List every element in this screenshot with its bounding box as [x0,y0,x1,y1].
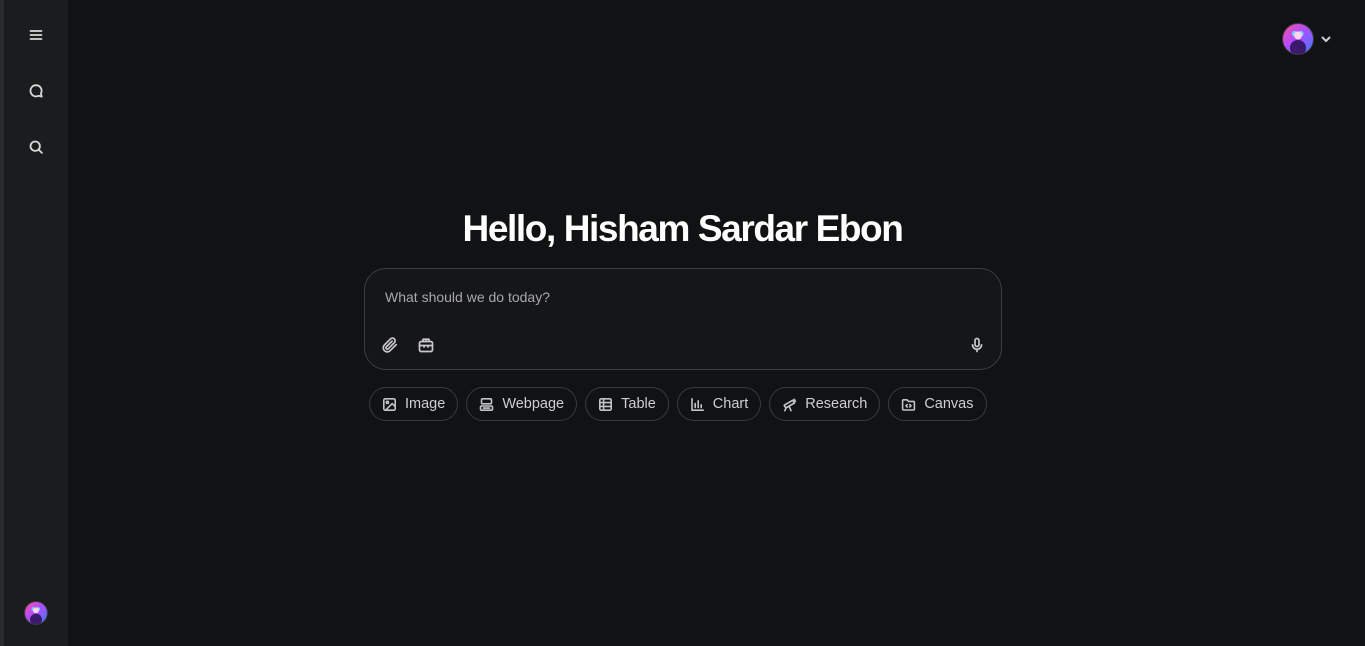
chip-label: Image [405,396,446,412]
greeting-heading: Hello, Hisham Sardar Ebon [462,208,904,249]
chip-label: Table [621,396,656,412]
chip-canvas[interactable]: Canvas [888,387,987,421]
user-menu[interactable] [1282,23,1332,55]
new-chat-button[interactable] [18,73,54,109]
table-icon [599,397,613,411]
chat-icon [29,84,43,98]
chip-label: Webpage [502,396,565,412]
composer [364,268,1002,370]
toolbox-icon [418,338,434,353]
chip-label: Chart [712,396,749,412]
chevron-down-icon[interactable] [1320,33,1332,45]
chip-label: Research [805,396,868,412]
search-icon [29,140,43,154]
prompt-input[interactable] [385,287,975,307]
paperclip-icon [382,337,398,353]
chart-icon [690,397,704,411]
search-button[interactable] [18,129,54,165]
chip-table[interactable]: Table [585,387,669,421]
chip-chart[interactable]: Chart [676,387,762,421]
chip-label: Canvas [924,396,974,412]
folder-code-icon [902,398,916,411]
telescope-icon [783,398,797,411]
sidebar [0,0,68,646]
image-icon [382,397,396,411]
microphone-icon [971,337,983,353]
menu-button[interactable] [18,17,54,53]
chip-webpage[interactable]: Webpage [466,387,578,421]
user-avatar[interactable] [1282,23,1314,55]
microphone-button[interactable] [965,333,989,357]
suggestion-chips: Image Webpage Table Chart Research Canva… [369,387,987,421]
webpage-icon [480,397,494,411]
attach-button[interactable] [378,333,402,357]
chip-image[interactable]: Image [369,387,459,421]
menu-icon [29,30,43,40]
tools-button[interactable] [414,333,438,357]
app: Hello, Hisham Sardar Ebon Image [0,0,1365,646]
sidebar-avatar[interactable] [24,601,48,625]
chip-research[interactable]: Research [769,387,881,421]
